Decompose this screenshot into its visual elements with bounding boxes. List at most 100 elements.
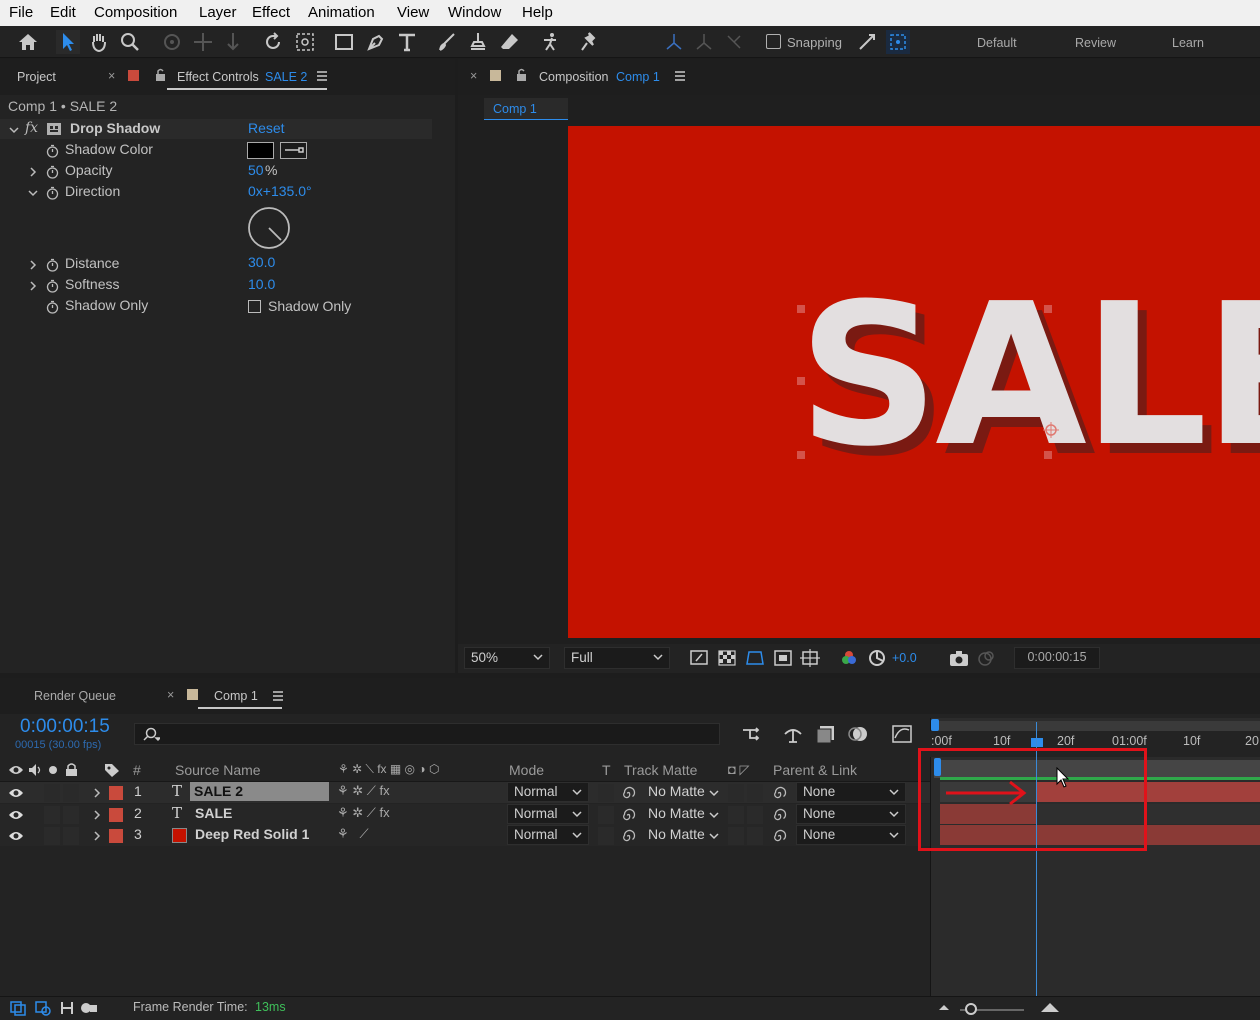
anchor-point-icon[interactable] (1043, 422, 1059, 438)
solo-icon[interactable] (48, 765, 58, 775)
view-axis-icon[interactable] (722, 30, 746, 54)
expand-in-out-icon[interactable] (59, 1000, 75, 1016)
reset-link[interactable]: Reset (248, 120, 285, 136)
panel-menu-icon[interactable] (316, 70, 328, 86)
close-icon[interactable]: × (108, 69, 115, 83)
solo-toggle[interactable] (44, 827, 60, 845)
parent-dropdown[interactable]: None (796, 782, 906, 802)
fx-toggle[interactable]: fx (25, 120, 38, 136)
chevron-right-icon[interactable] (28, 260, 38, 270)
stopwatch-icon[interactable] (46, 144, 59, 158)
tab-project[interactable]: Project (17, 70, 56, 84)
pickwhip-icon[interactable] (621, 786, 636, 801)
composition-mini-flowchart-icon[interactable] (740, 724, 764, 744)
chevron-right-icon[interactable] (92, 810, 102, 820)
chevron-right-icon[interactable] (92, 831, 102, 841)
layer-label-color[interactable] (109, 808, 123, 822)
transform-handle[interactable] (1044, 305, 1052, 313)
motion-blur-icon[interactable] (846, 724, 870, 744)
chevron-right-icon[interactable] (28, 281, 38, 291)
render-time-icon[interactable] (80, 1000, 98, 1016)
transform-handle[interactable] (797, 451, 805, 459)
rotate-tool-icon[interactable] (261, 30, 285, 54)
track-matte-value[interactable]: No Matte (648, 783, 705, 799)
graph-editor-icon[interactable] (890, 724, 914, 744)
direction-value[interactable]: 0x+135.0° (248, 183, 312, 199)
pickwhip-icon[interactable] (621, 808, 636, 823)
chevron-down-icon[interactable] (709, 788, 719, 798)
matte-toggle[interactable] (728, 784, 744, 802)
brush-tool-icon[interactable] (435, 30, 459, 54)
matte-toggle[interactable] (728, 827, 744, 845)
matte-toggle[interactable] (747, 827, 763, 845)
type-tool-icon[interactable] (395, 30, 419, 54)
zoom-out-icon[interactable] (938, 1003, 950, 1011)
stopwatch-icon[interactable] (46, 300, 59, 314)
chevron-down-icon[interactable] (28, 188, 38, 198)
work-area-start-handle[interactable] (931, 719, 939, 731)
anchor-tool-icon[interactable] (293, 30, 317, 54)
menu-file[interactable]: File (9, 4, 33, 21)
zoom-tool-icon[interactable] (118, 30, 142, 54)
lock-icon[interactable] (155, 68, 166, 86)
chevron-down-icon[interactable] (9, 125, 19, 135)
puppet-pin-tool-icon[interactable] (577, 30, 601, 54)
eye-icon[interactable] (8, 830, 24, 842)
guides-grid-icon[interactable] (800, 649, 820, 667)
tab-effect-controls[interactable]: Effect Controls (177, 70, 259, 84)
layer-name[interactable]: SALE (195, 805, 232, 821)
zoom-in-icon[interactable] (1040, 1001, 1060, 1013)
distance-value[interactable]: 30.0 (248, 254, 275, 270)
eye-icon[interactable] (8, 787, 24, 799)
transform-handle[interactable] (797, 377, 805, 385)
panel-menu-icon[interactable] (272, 690, 284, 706)
resolution-dropdown[interactable]: Full (564, 647, 670, 669)
preserve-transparency-toggle[interactable] (598, 806, 614, 824)
preserve-transparency-toggle[interactable] (598, 827, 614, 845)
eraser-tool-icon[interactable] (498, 30, 522, 54)
transparency-grid-icon[interactable] (717, 649, 737, 667)
layer-switches[interactable]: ⚘ ⟋ (337, 826, 369, 842)
pen-tool-icon[interactable] (364, 30, 388, 54)
track-matte-value[interactable]: No Matte (648, 826, 705, 842)
channel-icon[interactable] (840, 649, 858, 667)
pickwhip-icon[interactable] (621, 829, 636, 844)
parent-pickwhip-icon[interactable] (772, 829, 787, 844)
rectangle-tool-icon[interactable] (332, 30, 356, 54)
close-icon[interactable]: × (470, 69, 477, 83)
eye-icon[interactable] (8, 809, 24, 821)
matte-toggle[interactable] (747, 806, 763, 824)
mode-dropdown[interactable]: Normal (507, 825, 589, 845)
menu-effect[interactable]: Effect (252, 4, 290, 21)
comp-canvas[interactable]: SALE SALE (568, 126, 1260, 638)
workspace-learn[interactable]: Learn (1172, 36, 1204, 50)
matte-toggle[interactable] (728, 806, 744, 824)
tab-render-queue[interactable]: Render Queue (34, 689, 116, 703)
tab-composition[interactable]: Composition (539, 70, 608, 84)
solo-toggle[interactable] (44, 806, 60, 824)
roto-brush-tool-icon[interactable] (538, 30, 562, 54)
frame-blending-icon[interactable] (814, 724, 838, 744)
close-icon[interactable]: × (167, 688, 174, 702)
stopwatch-icon[interactable] (46, 279, 59, 293)
exposure-value[interactable]: +0.0 (892, 651, 917, 665)
show-snapshot-icon[interactable] (977, 650, 995, 667)
world-axis-icon[interactable] (692, 30, 716, 54)
chevron-right-icon[interactable] (92, 788, 102, 798)
transform-handle[interactable] (1044, 451, 1052, 459)
selection-tool-icon[interactable] (56, 30, 80, 54)
label-tag-icon[interactable] (104, 763, 120, 777)
menu-window[interactable]: Window (448, 4, 501, 21)
menu-composition[interactable]: Composition (94, 4, 177, 21)
parent-dropdown[interactable]: None (796, 825, 906, 845)
timeline-timecode[interactable]: 0:00:00:15 (20, 716, 110, 738)
menu-animation[interactable]: Animation (308, 4, 375, 21)
shadow-only-checkbox[interactable] (248, 300, 261, 313)
chevron-down-icon[interactable] (709, 831, 719, 841)
layer-name[interactable]: Deep Red Solid 1 (195, 826, 309, 842)
parent-pickwhip-icon[interactable] (772, 808, 787, 823)
stopwatch-icon[interactable] (46, 258, 59, 272)
workspace-default[interactable]: Default (977, 36, 1017, 50)
local-axis-icon[interactable] (662, 30, 686, 54)
menu-view[interactable]: View (397, 4, 429, 21)
